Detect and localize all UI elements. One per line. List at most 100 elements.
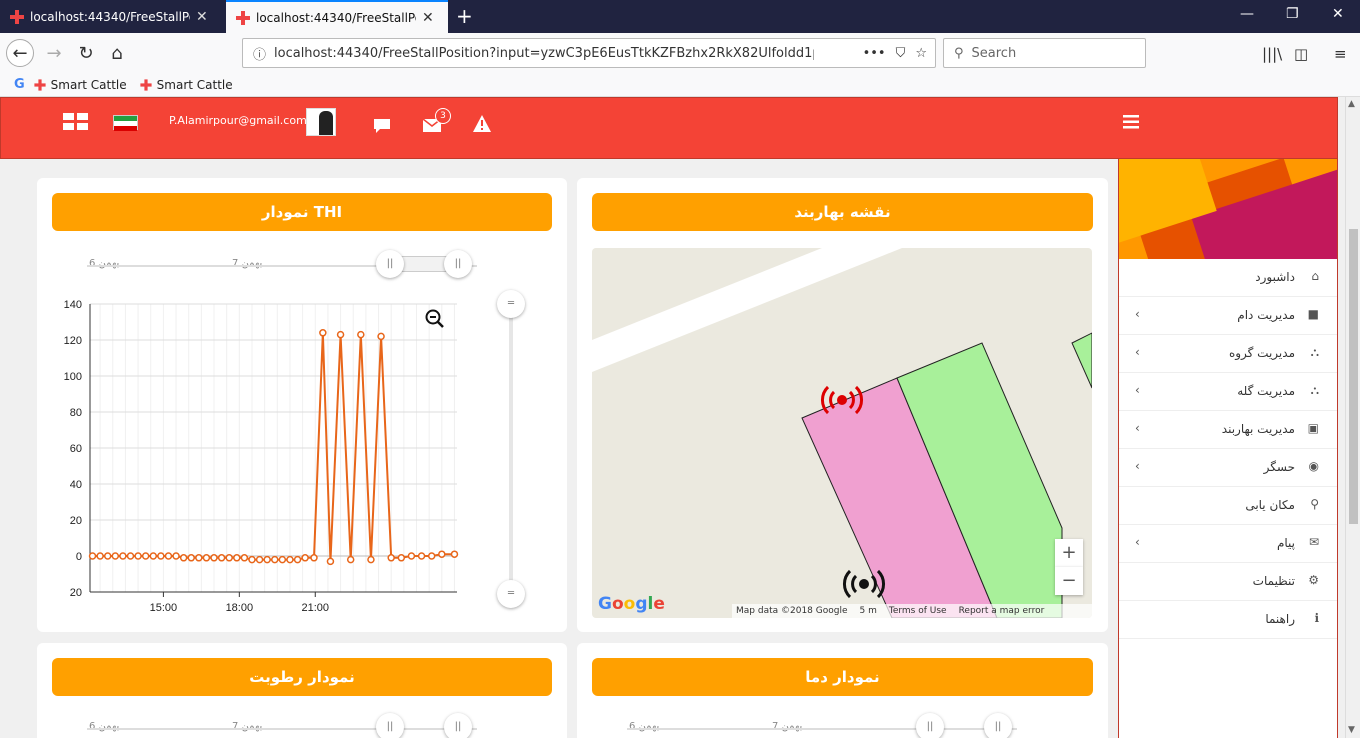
y-range-track: [509, 298, 513, 588]
sidebar-item-7[interactable]: ✉ پیام ‹: [1119, 525, 1337, 563]
thi-data-point: [179, 554, 188, 562]
url-text[interactable]: localhost:44340/FreeStallPosition?input=…: [274, 46, 814, 61]
zoom-out-icon[interactable]: [425, 309, 445, 329]
sensor-black-icon[interactable]: [842, 568, 886, 600]
sidebar-item-1[interactable]: ■ مدیریت دام ‹: [1119, 297, 1337, 335]
sidebar-item-4[interactable]: ▣ مدیریت بهاربند ‹: [1119, 411, 1337, 449]
minimize-icon[interactable]: —: [1240, 6, 1254, 22]
avatar[interactable]: [306, 108, 336, 136]
chevron-left-icon: ‹: [1135, 307, 1140, 321]
browser-tab-1[interactable]: localhost:44340/FreeStallPosition ✕: [0, 0, 224, 33]
browser-menu-icon[interactable]: ≡: [1334, 45, 1347, 63]
info-icon: ℹ: [1314, 611, 1319, 625]
scrollbar-thumb[interactable]: [1349, 229, 1358, 524]
back-button[interactable]: ←: [6, 39, 34, 67]
browser-tab-2[interactable]: localhost:44340/FreeStallPosition ✕: [226, 0, 448, 33]
navigator-left-handle[interactable]: ||: [376, 713, 404, 738]
sidebar-item-label: مدیریت بهاربند: [1221, 422, 1295, 436]
thi-data-point: [397, 554, 406, 562]
sidebar-item-label: داشبورد: [1255, 270, 1295, 284]
thi-chart[interactable]: 140 120 100 80 60 40 20 0 20 15:00 18:00 21:00: [37, 288, 477, 628]
sidebar-item-3[interactable]: ⛬ مدیریت گله ‹: [1119, 373, 1337, 411]
home-button[interactable]: ⌂: [103, 39, 131, 67]
map-zoom-in-button[interactable]: +: [1055, 539, 1083, 567]
user-email[interactable]: P.Alamirpour@gmail.com: [169, 114, 307, 127]
y-range-top-handle[interactable]: ═: [497, 290, 525, 318]
y-tick-label: 140: [64, 299, 82, 311]
search-bar[interactable]: ⚲ Search: [943, 38, 1146, 68]
thi-data-point: [141, 552, 150, 560]
url-bar[interactable]: ⓘ localhost:44340/FreeStallPosition?inpu…: [242, 38, 936, 68]
navigator-right-handle[interactable]: ||: [444, 713, 472, 738]
sidebar-item-2[interactable]: ⛬ مدیریت گروه ‹: [1119, 335, 1337, 373]
navigator-right-handle[interactable]: ||: [444, 250, 472, 278]
thi-data-point: [187, 554, 195, 562]
navigator-left-handle[interactable]: ||: [916, 713, 944, 738]
map-zoom-out-button[interactable]: −: [1055, 567, 1083, 595]
bookmark-label: Smart Cattle: [50, 77, 127, 92]
thi-data-point: [310, 554, 318, 562]
sidebar-item-6[interactable]: ⚲ مکان یابی: [1119, 487, 1337, 525]
cross-favicon-icon: [34, 78, 46, 91]
dashboard-grid-icon[interactable]: [63, 113, 89, 131]
map-terms-link[interactable]: Terms of Use: [889, 606, 947, 616]
close-tab-icon[interactable]: ✕: [422, 10, 434, 26]
cross-favicon-icon: [236, 10, 250, 25]
thi-data-point: [240, 554, 249, 562]
tab-title: localhost:44340/FreeStallPosition: [256, 10, 416, 25]
sidebar-item-8[interactable]: ⚙ تنظیمات: [1119, 563, 1337, 601]
thi-data-point: [248, 555, 256, 564]
page-content: P.Alamirpour@gmail.com 3 نمودار THI بهمن…: [0, 97, 1345, 738]
range-left-label: بهمن 6: [629, 721, 660, 732]
home-icon: ⌂: [1311, 269, 1319, 283]
google-icon[interactable]: G: [14, 77, 25, 92]
sidebar-item-0[interactable]: ⌂ داشبورد: [1119, 259, 1337, 297]
forward-button[interactable]: →: [40, 39, 68, 67]
thi-data-point: [346, 555, 355, 564]
page-scrollbar[interactable]: ▲ ▼: [1345, 97, 1360, 738]
close-window-icon[interactable]: ✕: [1332, 6, 1344, 22]
cow-icon: ■: [1307, 307, 1319, 321]
map-scale[interactable]: 5 m: [860, 606, 877, 616]
sensor-red-icon[interactable]: [820, 384, 864, 416]
page-actions-icon[interactable]: •••: [863, 46, 886, 61]
site-info-icon[interactable]: ⓘ: [253, 44, 266, 63]
y-range-bottom-handle[interactable]: ═: [497, 580, 525, 608]
bookmark-item[interactable]: Smart Cattle: [33, 78, 127, 92]
scroll-up-icon[interactable]: ▲: [1348, 99, 1355, 109]
thi-data-point: [134, 552, 142, 560]
temperature-card-title: نمودار دما: [592, 658, 1093, 696]
chat-icon[interactable]: [373, 118, 391, 134]
thi-data-point: [319, 329, 327, 337]
map-report-link[interactable]: Report a map error: [959, 606, 1045, 616]
gear-icon: ⚙: [1308, 573, 1319, 587]
thi-series-line: [92, 332, 455, 562]
navigator-left-handle[interactable]: ||: [376, 250, 404, 278]
range-right-label: بهمن 7: [232, 721, 263, 732]
range-right-label: بهمن 7: [772, 721, 803, 732]
bookmark-item[interactable]: Smart Cattle: [139, 78, 233, 92]
scroll-down-icon[interactable]: ▼: [1348, 725, 1355, 735]
bookmark-star-icon[interactable]: ☆: [915, 46, 927, 61]
close-tab-icon[interactable]: ✕: [196, 9, 208, 25]
x-tick-label: 21:00: [301, 602, 329, 614]
sidebar-toggle-icon[interactable]: ◫: [1294, 45, 1308, 63]
new-tab-button[interactable]: +: [456, 4, 473, 28]
road: [592, 248, 902, 372]
pocket-icon[interactable]: ⛉: [896, 46, 906, 61]
thi-data-point: [210, 554, 218, 562]
reload-button[interactable]: ↻: [72, 39, 100, 67]
range-left-label: بهمن 6: [89, 258, 120, 269]
navigator-right-handle[interactable]: ||: [984, 713, 1012, 738]
thi-data-point: [427, 552, 436, 560]
iran-flag-icon[interactable]: [113, 115, 138, 131]
stall-map[interactable]: + − Google Map data ©2018 Google 5 m Ter…: [592, 248, 1092, 618]
hamburger-menu-icon[interactable]: [1123, 115, 1139, 129]
sidebar-item-9[interactable]: ℹ راهنما: [1119, 601, 1337, 639]
thi-data-point: [157, 552, 165, 560]
y-tick-label: 80: [70, 407, 82, 419]
warning-icon[interactable]: [473, 115, 491, 132]
sidebar-item-5[interactable]: ◉ حسگر ‹: [1119, 449, 1337, 487]
library-icon[interactable]: |||\: [1262, 45, 1282, 63]
restore-icon[interactable]: ❐: [1286, 6, 1299, 22]
